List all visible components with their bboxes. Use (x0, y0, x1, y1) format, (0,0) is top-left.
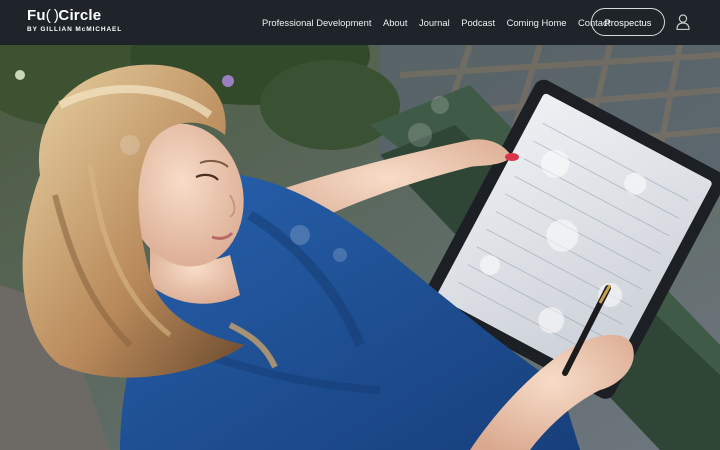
woman-writing-on-tablet-photo (0, 45, 720, 450)
prospectus-button[interactable]: Prospectus (591, 8, 665, 36)
nav-professional-development[interactable]: Professional Development (262, 17, 371, 28)
logo-tagline: BY GILLIAN McMICHAEL (27, 26, 123, 33)
nav-podcast[interactable]: Podcast (461, 17, 495, 28)
nav-about[interactable]: About (383, 17, 408, 28)
top-navigation: Fu( )Circle BY GILLIAN McMICHAEL Profess… (0, 0, 720, 45)
logo-wordmark: Fu( )Circle (27, 7, 102, 24)
site-logo[interactable]: Fu( )Circle BY GILLIAN McMICHAEL (27, 7, 123, 34)
nav-journal[interactable]: Journal (419, 17, 450, 28)
user-icon[interactable] (676, 14, 690, 31)
nav-coming-home[interactable]: Coming Home (507, 17, 567, 28)
hero-photo (0, 45, 720, 450)
main-nav: Professional Development About Journal P… (262, 0, 610, 45)
